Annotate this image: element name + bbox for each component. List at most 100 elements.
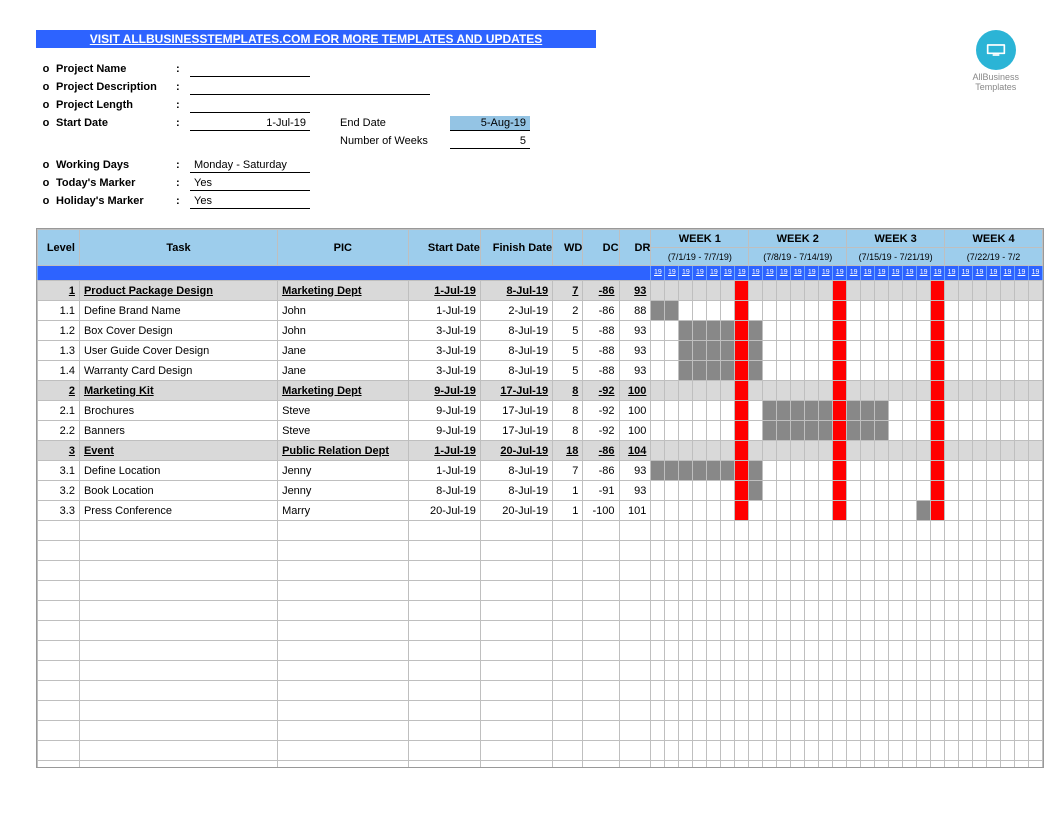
empty-row[interactable] [38, 641, 1043, 661]
gantt-cell [1028, 281, 1042, 301]
cell-dr: 93 [619, 321, 651, 341]
empty-row[interactable] [38, 581, 1043, 601]
empty-row[interactable] [38, 681, 1043, 701]
input-holidays-marker[interactable]: Yes [190, 194, 310, 209]
gantt-cell [1001, 361, 1015, 381]
empty-row[interactable] [38, 521, 1043, 541]
gantt-cell [707, 281, 721, 301]
table-row[interactable]: 2.1BrochuresSteve9-Jul-1917-Jul-198-9210… [38, 401, 1043, 421]
gantt-cell [959, 441, 973, 461]
gantt-table[interactable]: LevelTaskPICStart DateFinish DateWDDCDRW… [37, 229, 1043, 768]
table-row[interactable]: 2.2BannersSteve9-Jul-1917-Jul-198-92100 [38, 421, 1043, 441]
table-row[interactable]: 1.4Warranty Card DesignJane3-Jul-198-Jul… [38, 361, 1043, 381]
cell-wd: 18 [553, 441, 583, 461]
col-week-range-3: (7/15/19 - 7/21/19) [847, 248, 945, 266]
table-row[interactable]: 1.2Box Cover DesignJohn3-Jul-198-Jul-195… [38, 321, 1043, 341]
table-row[interactable]: 1.1Define Brand NameJohn1-Jul-192-Jul-19… [38, 301, 1043, 321]
gantt-cell [679, 441, 693, 461]
cell-dr: 93 [619, 361, 651, 381]
gantt-cell [665, 501, 679, 521]
col-week-1: WEEK 1 [651, 230, 749, 248]
cell-dc: -86 [583, 461, 619, 481]
gantt-cell [679, 361, 693, 381]
gantt-cell [833, 301, 847, 321]
empty-row[interactable] [38, 661, 1043, 681]
table-row[interactable]: 2Marketing KitMarketing Dept9-Jul-1917-J… [38, 381, 1043, 401]
logo-caption-2: Templates [972, 82, 1019, 92]
gantt-cell [903, 381, 917, 401]
table-row[interactable]: 3.2Book LocationJenny8-Jul-198-Jul-191-9… [38, 481, 1043, 501]
gantt-cell [833, 421, 847, 441]
day-header-cell: 19 [805, 266, 819, 281]
cell-wd: 2 [553, 301, 583, 321]
empty-row[interactable] [38, 741, 1043, 761]
gantt-cell [1028, 501, 1042, 521]
bullet-icon: o [36, 159, 56, 171]
input-project-desc[interactable] [190, 80, 430, 95]
gantt-cell [707, 321, 721, 341]
gantt-cell [707, 461, 721, 481]
cell-level: 1.1 [38, 301, 80, 321]
table-row[interactable]: 3EventPublic Relation Dept1-Jul-1920-Jul… [38, 441, 1043, 461]
empty-row[interactable] [38, 701, 1043, 721]
cell-task: Warranty Card Design [79, 361, 277, 381]
day-header-cell: 19 [665, 266, 679, 281]
empty-row[interactable] [38, 621, 1043, 641]
gantt-cell [875, 301, 889, 321]
empty-row[interactable] [38, 721, 1043, 741]
cell-pic: John [278, 301, 409, 321]
gantt-cell [917, 281, 931, 301]
gantt-cell [903, 301, 917, 321]
cell-start: 3-Jul-19 [408, 321, 480, 341]
gantt-cell [693, 321, 707, 341]
day-header-cell: 19 [749, 266, 763, 281]
input-todays-marker[interactable]: Yes [190, 176, 310, 191]
banner-link[interactable]: VISIT ALLBUSINESSTEMPLATES.COM FOR MORE … [36, 30, 596, 48]
gantt-cell [1015, 301, 1029, 321]
table-row[interactable]: 3.3Press ConferenceMarry20-Jul-1920-Jul-… [38, 501, 1043, 521]
gantt-cell [651, 341, 665, 361]
gantt-cell [1028, 321, 1042, 341]
gantt-cell [1028, 401, 1042, 421]
gantt-cell [651, 481, 665, 501]
gantt-cell [763, 501, 777, 521]
cell-level: 3 [38, 441, 80, 461]
gantt-cell [651, 461, 665, 481]
table-row[interactable]: 3.1Define LocationJenny1-Jul-198-Jul-197… [38, 461, 1043, 481]
cell-finish: 8-Jul-19 [480, 361, 552, 381]
day-header-cell: 19 [973, 266, 987, 281]
table-row[interactable]: 1Product Package DesignMarketing Dept1-J… [38, 281, 1043, 301]
gantt-cell [763, 421, 777, 441]
gantt-cell [665, 381, 679, 401]
gantt-cell [917, 341, 931, 361]
gantt-cell [735, 301, 749, 321]
gantt-cell [819, 461, 833, 481]
gantt-cell [651, 281, 665, 301]
empty-row[interactable] [38, 561, 1043, 581]
input-working-days[interactable]: Monday - Saturday [190, 158, 310, 173]
cell-level: 2 [38, 381, 80, 401]
input-project-name[interactable] [190, 62, 310, 77]
cell-task: Define Brand Name [79, 301, 277, 321]
input-project-length[interactable] [190, 98, 310, 113]
gantt-cell [805, 361, 819, 381]
cell-level: 3.3 [38, 501, 80, 521]
input-start-date[interactable]: 1-Jul-19 [190, 116, 310, 131]
gantt-cell [819, 421, 833, 441]
table-row[interactable]: 1.3User Guide Cover DesignJane3-Jul-198-… [38, 341, 1043, 361]
empty-row[interactable] [38, 541, 1043, 561]
empty-row[interactable] [38, 601, 1043, 621]
empty-row[interactable] [38, 761, 1043, 769]
cell-finish: 8-Jul-19 [480, 321, 552, 341]
gantt-cell [819, 361, 833, 381]
gantt-cell [931, 321, 945, 341]
day-header-cell: 19 [847, 266, 861, 281]
gantt-cell [987, 341, 1001, 361]
cell-finish: 8-Jul-19 [480, 461, 552, 481]
cell-pic: Steve [278, 401, 409, 421]
gantt-cell [847, 441, 861, 461]
gantt-cell [665, 401, 679, 421]
gantt-cell [693, 281, 707, 301]
gantt-cell [749, 281, 763, 301]
gantt-cell [721, 401, 735, 421]
